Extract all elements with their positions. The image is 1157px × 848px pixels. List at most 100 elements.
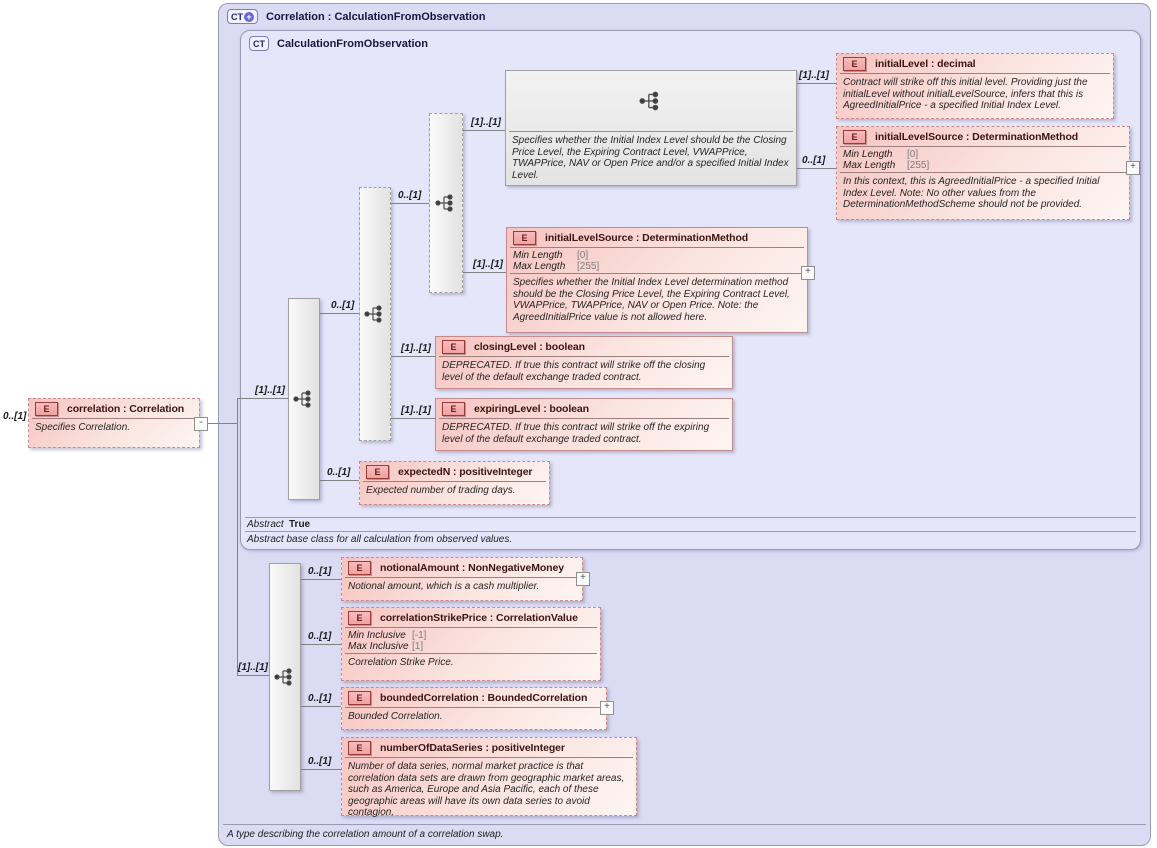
element-title: expiringLevel : boolean xyxy=(474,403,589,415)
cardinality-initiallevel: [1]..[1] xyxy=(799,70,829,81)
element-box-closinglevel[interactable]: EclosingLevel : boolean DEPRECATED. If t… xyxy=(435,336,733,389)
cardinality-expiringlevel: [1]..[1] xyxy=(401,405,431,416)
cardinality-seq-inner: 0..[1] xyxy=(331,300,354,311)
cardinality-expectedn: 0..[1] xyxy=(327,467,350,478)
abstract-value: True xyxy=(289,519,310,530)
element-doc: Bounded Correlation. xyxy=(342,708,606,725)
sequence-icon xyxy=(435,193,457,213)
element-doc: Number of data series, normal market pra… xyxy=(342,758,636,821)
element-doc: DEPRECATED. If true this contract will s… xyxy=(436,419,732,447)
cardinality-docbox: [1]..[1] xyxy=(471,117,501,128)
element-icon: E xyxy=(348,741,371,755)
element-box-numberofdataseries[interactable]: EnumberOfDataSeries : positiveInteger Nu… xyxy=(341,737,637,816)
divider xyxy=(245,517,1136,518)
element-title: closingLevel : boolean xyxy=(474,341,585,353)
group-doc: Specifies whether the Initial Index Leve… xyxy=(506,132,796,183)
expand-handle-initiallevelsource[interactable]: + xyxy=(801,266,815,280)
element-icon: E xyxy=(348,611,371,625)
element-title: correlationStrikePrice : CorrelationValu… xyxy=(380,612,578,624)
connector-line xyxy=(237,398,238,675)
element-box-initiallevelsource[interactable]: EinitialLevelSource : DeterminationMetho… xyxy=(506,227,808,333)
complex-type-badge[interactable]: CT xyxy=(249,36,269,51)
expand-handle-notionalamount[interactable]: + xyxy=(576,572,590,586)
divider xyxy=(245,531,1136,532)
connector-line xyxy=(388,356,435,357)
cardinality-correlationstrikeprice: 0..[1] xyxy=(308,631,331,642)
facet-row: Min Length[0] xyxy=(513,250,801,261)
inner-title: CalculationFromObservation xyxy=(277,38,428,50)
choice-documentation-box[interactable]: Specifies whether the Initial Index Leve… xyxy=(505,70,797,186)
sequence-group-main[interactable] xyxy=(288,298,320,500)
cardinality-numberofdataseries: 0..[1] xyxy=(308,756,331,767)
element-box-correlation[interactable]: Ecorrelation : Correlation Specifies Cor… xyxy=(28,398,200,448)
element-box-initiallevel[interactable]: EinitialLevel : decimal Contract will st… xyxy=(836,53,1114,119)
facet-row: Max Length[255] xyxy=(843,160,1123,171)
element-icon: E xyxy=(843,57,866,71)
cardinality-initiallevelsource-agreed: 0..[1] xyxy=(802,155,825,166)
cardinality-choice: 0..[1] xyxy=(398,190,421,201)
facet-row: Max Length[255] xyxy=(513,261,801,272)
collapse-handle[interactable]: - xyxy=(194,417,208,431)
facet-row: Max Inclusive[1] xyxy=(348,641,594,652)
expand-handle-initiallevelsource-agreed[interactable]: + xyxy=(1126,161,1140,175)
ct-badge-label: CT xyxy=(253,39,265,49)
connector-line xyxy=(318,480,359,481)
element-icon: E xyxy=(442,402,465,416)
element-title: initialLevelSource : DeterminationMethod xyxy=(875,131,1078,143)
complex-type-expand-badge[interactable]: CT+ xyxy=(227,9,258,24)
element-title: initialLevel : decimal xyxy=(875,58,976,70)
sequence-icon xyxy=(639,90,663,112)
element-icon: E xyxy=(442,340,465,354)
element-icon: E xyxy=(348,561,371,575)
connector-line xyxy=(795,83,836,84)
cardinality-closinglevel: [1]..[1] xyxy=(401,343,431,354)
expand-handle-boundedcorrelation[interactable]: + xyxy=(600,701,614,715)
element-title: correlation : Correlation xyxy=(67,403,184,415)
facet-row: Min Length[0] xyxy=(843,149,1123,160)
outer-annotation: A type describing the correlation amount… xyxy=(227,829,503,840)
facet-row: Min Inclusive[-1] xyxy=(348,630,594,641)
element-doc: DEPRECATED. If true this contract will s… xyxy=(436,357,732,385)
connector-line xyxy=(237,675,269,676)
element-title: numberOfDataSeries : positiveInteger xyxy=(380,742,565,754)
sequence-group-correlation[interactable] xyxy=(269,563,301,791)
ct-badge-label: CT xyxy=(231,12,243,22)
cardinality-boundedcorrelation: 0..[1] xyxy=(308,693,331,704)
element-doc: Specifies whether the Initial Index Leve… xyxy=(507,274,807,325)
sequence-icon xyxy=(274,667,296,687)
connector-line xyxy=(207,423,237,424)
element-title: expectedN : positiveInteger xyxy=(398,466,532,478)
connector-line xyxy=(461,272,506,273)
connector-line xyxy=(299,644,341,645)
element-box-correlationstrikeprice[interactable]: EcorrelationStrikePrice : CorrelationVal… xyxy=(341,607,601,681)
element-box-expectedn[interactable]: EexpectedN : positiveInteger Expected nu… xyxy=(359,461,550,505)
element-title: notionalAmount : NonNegativeMoney xyxy=(380,562,564,574)
inner-annotation: Abstract base class for all calculation … xyxy=(247,534,512,545)
element-box-initiallevelsource-agreed[interactable]: EinitialLevelSource : DeterminationMetho… xyxy=(836,126,1130,220)
cardinality-correlation: 0..[1] xyxy=(3,411,26,422)
element-icon: E xyxy=(843,130,866,144)
cardinality-notionalamount: 0..[1] xyxy=(308,566,331,577)
divider xyxy=(223,824,1146,825)
element-doc: Correlation Strike Price. xyxy=(342,654,600,671)
element-box-notionalamount[interactable]: EnotionalAmount : NonNegativeMoney Notio… xyxy=(341,557,583,601)
choice-group[interactable] xyxy=(429,113,463,293)
connector-line xyxy=(237,398,288,399)
element-box-boundedcorrelation[interactable]: EboundedCorrelation : BoundedCorrelation… xyxy=(341,687,607,730)
element-title: initialLevelSource : DeterminationMethod xyxy=(545,232,748,244)
connector-line xyxy=(299,579,341,580)
element-doc: In this context, this is AgreedInitialPr… xyxy=(837,173,1129,213)
element-icon: E xyxy=(35,402,58,416)
element-doc: Specifies Correlation. xyxy=(29,419,199,436)
sequence-icon xyxy=(364,304,386,324)
cardinality-seq-main: [1]..[1] xyxy=(255,385,285,396)
element-box-expiringlevel[interactable]: EexpiringLevel : boolean DEPRECATED. If … xyxy=(435,398,733,451)
cardinality-initiallevelsource: [1]..[1] xyxy=(473,259,503,270)
connector-line xyxy=(461,130,505,131)
connector-line xyxy=(299,706,341,707)
connector-line xyxy=(318,313,359,314)
connector-line xyxy=(388,203,429,204)
connector-line xyxy=(795,168,836,169)
sequence-group-optional[interactable] xyxy=(359,187,391,441)
connector-line xyxy=(299,769,341,770)
